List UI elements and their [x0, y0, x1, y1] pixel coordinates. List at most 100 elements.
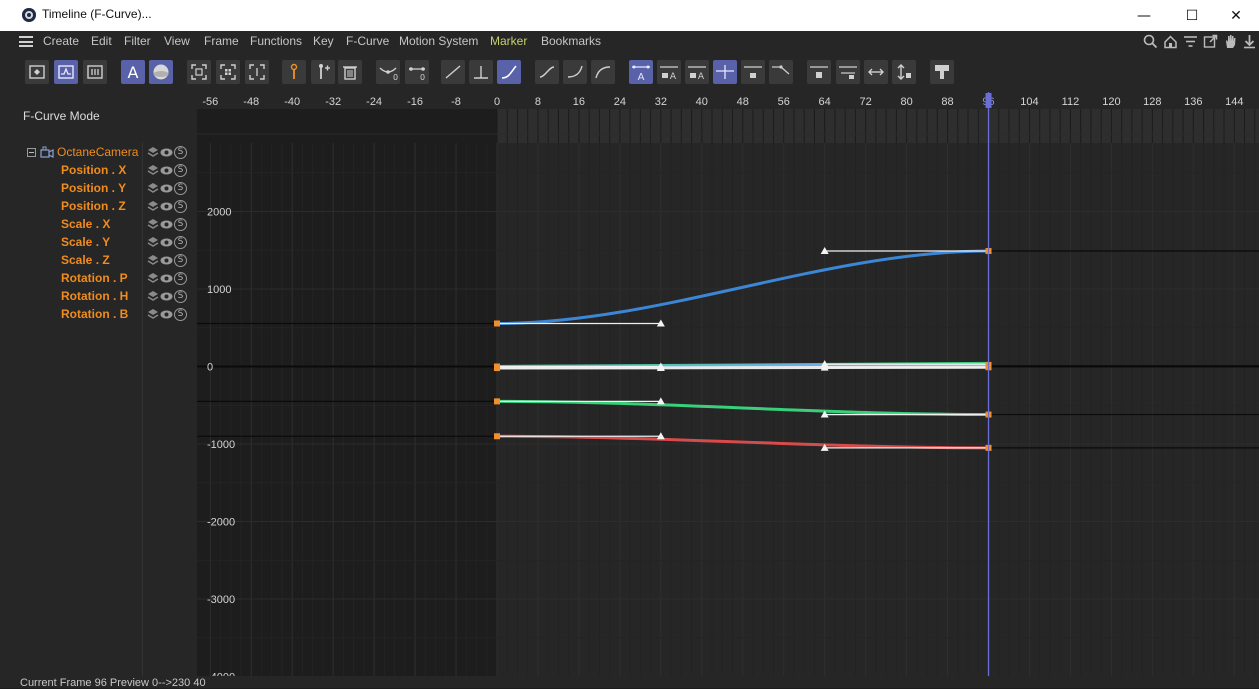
download-icon[interactable] — [1242, 34, 1257, 49]
track-row-rotation-b[interactable]: Rotation . B S — [0, 306, 197, 324]
eye-icon[interactable] — [160, 165, 173, 176]
ruler-label: -48 — [243, 96, 259, 108]
track-row-position-z[interactable]: Position . Z S — [0, 198, 197, 216]
menu-filter[interactable]: Filter — [124, 34, 151, 48]
expand-icon[interactable] — [1203, 34, 1218, 49]
layer-icon[interactable] — [147, 272, 159, 285]
track-row-scale-y[interactable]: Scale . Y S — [0, 234, 197, 252]
f-curve-mode-button[interactable] — [54, 60, 78, 84]
solo-icon[interactable]: S — [174, 164, 187, 177]
ease-in-button[interactable] — [563, 60, 587, 84]
lock-tangent-length-button[interactable]: A — [685, 60, 709, 84]
lock-key-time-button[interactable] — [769, 60, 793, 84]
track-row-position-x[interactable]: Position . X S — [0, 162, 197, 180]
track-row-scale-x[interactable]: Scale . X S — [0, 216, 197, 234]
menu-marker[interactable]: Marker — [490, 34, 527, 48]
value-axis-label: 0 — [207, 362, 213, 374]
menu-f-curve[interactable]: F-Curve — [346, 34, 389, 48]
solo-icon[interactable]: S — [174, 308, 187, 321]
paint-tool-button[interactable] — [930, 60, 954, 84]
layer-icon[interactable] — [147, 308, 159, 321]
eye-icon[interactable] — [160, 201, 173, 212]
menu-bookmarks[interactable]: Bookmarks — [541, 34, 601, 48]
eye-icon[interactable] — [160, 219, 173, 230]
value-scale-button[interactable] — [892, 60, 916, 84]
close-button[interactable]: ✕ — [1213, 0, 1259, 31]
eye-icon[interactable] — [160, 255, 173, 266]
layer-icon[interactable] — [147, 218, 159, 231]
f-curve-graph[interactable]: -56 -48 -40 -32 -24 -16 -8 0 8 16 24 32 40 48 56 64 72 80… — [197, 92, 1259, 676]
frame-selected-button[interactable] — [216, 60, 240, 84]
eye-icon[interactable] — [160, 147, 173, 158]
graph-canvas[interactable]: -56 -48 -40 -32 -24 -16 -8 0 8 16 24 32 40 48 56 64 72 80… — [197, 92, 1259, 676]
delete-key-button[interactable] — [338, 60, 362, 84]
collapse-toggle-icon[interactable] — [27, 148, 36, 157]
layer-icon[interactable] — [147, 164, 159, 177]
value-axis-label: -2000 — [207, 517, 235, 529]
linear-interp-button[interactable] — [441, 60, 465, 84]
time-scale-button[interactable] — [864, 60, 888, 84]
eye-icon[interactable] — [160, 183, 173, 194]
frame-preview-button[interactable] — [245, 60, 269, 84]
search-icon[interactable] — [1143, 34, 1158, 49]
lock-tangent-angle-button[interactable]: A — [657, 60, 681, 84]
toolbar: A 0 0 A A A — [0, 52, 1259, 93]
track-row-rotation-p[interactable]: Rotation . P S — [0, 270, 197, 288]
ease-out-button[interactable] — [591, 60, 615, 84]
zero-length-button[interactable]: 0 — [376, 60, 400, 84]
solo-icon[interactable]: S — [174, 146, 187, 159]
layer-icon[interactable] — [147, 254, 159, 267]
object-row-octanecamera[interactable]: OctaneCamera S — [0, 144, 197, 162]
ease-ease-button[interactable] — [535, 60, 559, 84]
solo-icon[interactable]: S — [174, 272, 187, 285]
solo-icon[interactable]: S — [174, 200, 187, 213]
layer-icon[interactable] — [147, 146, 159, 159]
layer-icon[interactable] — [147, 236, 159, 249]
menu-edit[interactable]: Edit — [91, 34, 112, 48]
break-tangents-button[interactable] — [713, 60, 737, 84]
eye-icon[interactable] — [160, 237, 173, 248]
solo-icon[interactable]: S — [174, 236, 187, 249]
ruler-label: 104 — [1020, 96, 1038, 108]
step-interp-button[interactable] — [469, 60, 493, 84]
spline-interp-button[interactable] — [497, 60, 521, 84]
track-row-scale-z[interactable]: Scale . Z S — [0, 252, 197, 270]
auto-keying-button[interactable]: A — [121, 60, 145, 84]
menu-key[interactable]: Key — [313, 34, 334, 48]
zero-angle-button[interactable]: 0 — [405, 60, 429, 84]
menu-create[interactable]: Create — [43, 34, 79, 48]
set-key-button[interactable] — [282, 60, 306, 84]
sphere-view-button[interactable] — [149, 60, 173, 84]
eye-icon[interactable] — [160, 309, 173, 320]
row-visibility-icons: S — [147, 199, 187, 215]
solo-icon[interactable]: S — [174, 254, 187, 267]
eye-icon[interactable] — [160, 291, 173, 302]
layer-icon[interactable] — [147, 200, 159, 213]
solo-icon[interactable]: S — [174, 182, 187, 195]
layer-icon[interactable] — [147, 182, 159, 195]
maximize-button[interactable]: ☐ — [1169, 0, 1215, 31]
overshoot-button[interactable] — [836, 60, 860, 84]
motion-mode-button[interactable] — [83, 60, 107, 84]
menu-view[interactable]: View — [164, 34, 190, 48]
dopesheet-mode-button[interactable] — [25, 60, 49, 84]
menu-functions[interactable]: Functions — [250, 34, 302, 48]
minimize-button[interactable]: — — [1121, 0, 1167, 31]
frame-all-button[interactable] — [187, 60, 211, 84]
track-row-rotation-h[interactable]: Rotation . H S — [0, 288, 197, 306]
home-icon[interactable] — [1163, 34, 1178, 49]
hand-icon[interactable] — [1223, 34, 1238, 49]
hamburger-menu-icon[interactable] — [19, 36, 33, 47]
add-key-button[interactable] — [311, 60, 335, 84]
menu-frame[interactable]: Frame — [204, 34, 239, 48]
clamp-button[interactable] — [807, 60, 831, 84]
layer-icon[interactable] — [147, 290, 159, 303]
filter-icon[interactable] — [1183, 34, 1198, 49]
solo-icon[interactable]: S — [174, 290, 187, 303]
auto-tangent-button[interactable]: A — [629, 60, 653, 84]
solo-icon[interactable]: S — [174, 218, 187, 231]
track-row-position-y[interactable]: Position . Y S — [0, 180, 197, 198]
lock-key-value-button[interactable] — [741, 60, 765, 84]
eye-icon[interactable] — [160, 273, 173, 284]
menu-motion-system[interactable]: Motion System — [399, 34, 478, 48]
